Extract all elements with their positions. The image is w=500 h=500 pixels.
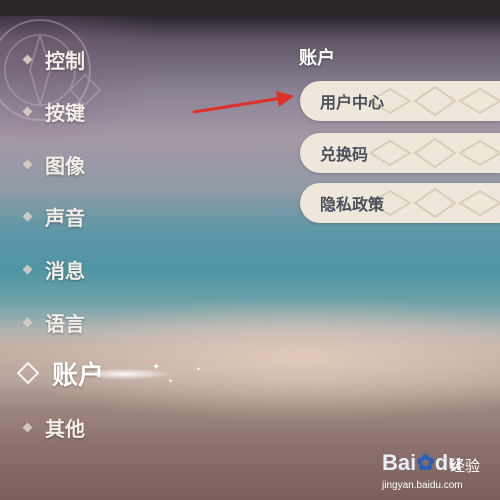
- diamond-bullet-icon: [22, 211, 33, 221]
- button-label: 隐私政策: [320, 195, 385, 214]
- diamond-bullet-icon: [22, 264, 33, 274]
- sparkle-icon: ✦: [196, 366, 202, 373]
- button-pattern-decoration: [370, 85, 500, 117]
- privacy-policy-button[interactable]: 隐私政策: [300, 183, 500, 223]
- button-pattern-decoration: [370, 187, 500, 219]
- menu-item-label: 声音: [45, 205, 85, 230]
- menu-item-label: 按键: [45, 100, 85, 125]
- diamond-bullet-icon: [22, 422, 33, 432]
- menu-item-control[interactable]: 控制: [22, 44, 85, 74]
- menu-item-graphics[interactable]: 图像: [22, 149, 85, 179]
- account-section-title: 账户: [299, 48, 335, 69]
- button-pattern-decoration: [370, 137, 500, 169]
- menu-item-messages[interactable]: 消息: [22, 254, 85, 284]
- menu-item-account[interactable]: 账户: [16, 358, 104, 391]
- menu-item-keys[interactable]: 按键: [22, 96, 85, 126]
- annotation-arrow-icon: [192, 91, 294, 114]
- sparkle-icon: ✦: [168, 378, 174, 385]
- menu-item-label: 语言: [45, 311, 85, 336]
- sparkle-icon: ✦: [152, 362, 161, 373]
- menu-item-language[interactable]: 语言: [22, 307, 85, 337]
- watermark-url: jingyan.baidu.com: [382, 480, 463, 491]
- diamond-outline-icon: [16, 361, 40, 385]
- redeem-code-button[interactable]: 兑换码: [300, 133, 500, 173]
- diamond-bullet-icon: [22, 159, 33, 169]
- baidu-jingyan-watermark: Bai✿du 经验 jingyan.baidu.com: [382, 450, 497, 495]
- watermark-name: 经验: [450, 457, 481, 475]
- user-center-button[interactable]: 用户中心: [300, 81, 500, 121]
- paw-icon: ✿: [416, 450, 435, 475]
- menu-item-audio[interactable]: 声音: [22, 201, 85, 231]
- menu-item-label: 图像: [45, 153, 85, 178]
- button-label: 用户中心: [320, 93, 385, 112]
- button-label: 兑换码: [320, 145, 369, 164]
- diamond-bullet-icon: [22, 317, 33, 327]
- menu-item-label: 其他: [45, 416, 85, 441]
- diamond-bullet-icon: [22, 106, 33, 116]
- top-bar: [0, 0, 500, 16]
- menu-item-other[interactable]: 其他: [22, 412, 85, 442]
- diamond-bullet-icon: [22, 54, 33, 64]
- menu-item-label: 消息: [45, 258, 85, 283]
- menu-item-label: 控制: [45, 48, 85, 73]
